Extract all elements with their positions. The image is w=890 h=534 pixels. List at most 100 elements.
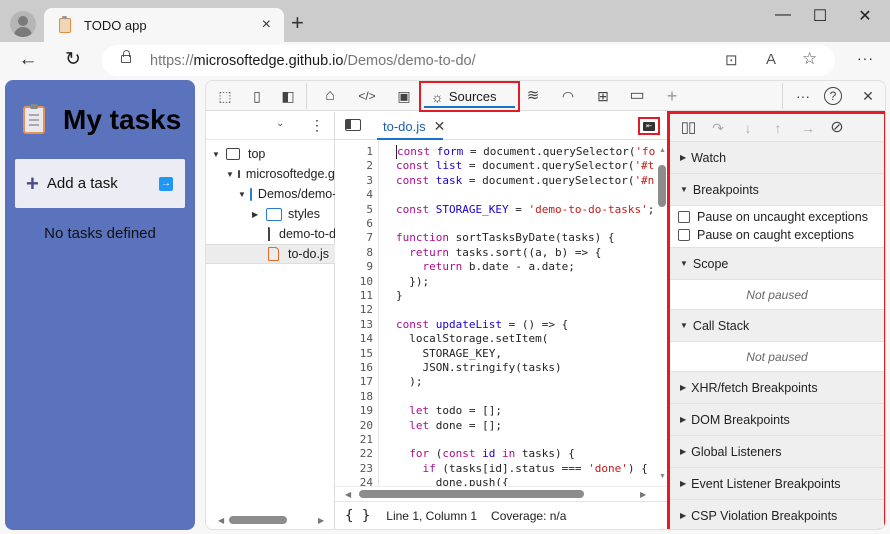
code-line[interactable]: 22 for (const id in tasks) {	[335, 447, 575, 461]
customize-more-icon[interactable]: ···	[792, 86, 814, 106]
code-line[interactable]: 5 const STORAGE_KEY = 'demo-to-do-tasks';	[335, 203, 654, 217]
address-bar[interactable]: https://microsoftedge.github.io/Demos/de…	[102, 45, 835, 76]
elements-tab-icon[interactable]: </>	[356, 86, 378, 106]
step-over-icon[interactable]: ↷	[708, 118, 728, 138]
close-devtools-icon[interactable]: ✕	[857, 86, 879, 106]
line-number[interactable]: 20	[335, 419, 373, 433]
line-number[interactable]: 1	[335, 145, 373, 159]
line-number[interactable]: 22	[335, 447, 373, 461]
section-scope[interactable]: ▼ Scope	[670, 248, 884, 280]
line-number[interactable]: 17	[335, 375, 373, 389]
line-number[interactable]: 13	[335, 318, 373, 332]
scroll-right-arrow[interactable]: ▶	[318, 516, 324, 525]
submit-arrow-button[interactable]: →	[159, 176, 173, 191]
navigator-more-icon[interactable]: ⋮	[310, 117, 324, 134]
code-line[interactable]: 16 JSON.stringify(tasks)	[335, 361, 562, 375]
code-line[interactable]: 19 let todo = [];	[335, 404, 502, 418]
device-emulation-icon[interactable]: ▯	[246, 86, 268, 106]
profile-avatar[interactable]	[10, 11, 36, 37]
code-line[interactable]: 1 const form = document.querySelector('fo	[335, 145, 655, 160]
line-number[interactable]: 10	[335, 275, 373, 289]
dock-side-icon[interactable]: ◧	[277, 86, 299, 106]
tree-item-styles-folder[interactable]: ▶ styles	[206, 204, 335, 224]
line-number[interactable]: 7	[335, 231, 373, 245]
tab-sources[interactable]: ☼ Sources	[419, 81, 520, 112]
editor-horizontal-scrollbar[interactable]: ◀ ▶	[335, 486, 667, 500]
tree-item-todo-js[interactable]: to-do.js	[206, 244, 335, 264]
application-window-icon[interactable]: ▭	[626, 86, 648, 106]
toggle-debugger-sidebar-button[interactable]: ⇤	[638, 117, 660, 135]
line-number[interactable]: 18	[335, 390, 373, 404]
line-number[interactable]: 16	[335, 361, 373, 375]
close-window-button[interactable]: ✕	[850, 6, 880, 28]
pause-exception-option[interactable]: Pause on caught exceptions	[670, 226, 884, 244]
tree-item-domain[interactable]: ▼ microsoftedge.github.io	[206, 164, 335, 184]
code-line[interactable]: 6	[335, 217, 373, 231]
code-line[interactable]: 15 STORAGE_KEY,	[335, 347, 502, 361]
line-number[interactable]: 19	[335, 404, 373, 418]
refresh-button[interactable]: ↻	[62, 49, 84, 71]
section-csp-violation-breakpoints[interactable]: ▶ CSP Violation Breakpoints	[670, 500, 884, 529]
code-line[interactable]: 13 const updateList = () => {	[335, 318, 568, 332]
section-call-stack[interactable]: ▼ Call Stack	[670, 310, 884, 342]
line-number[interactable]: 9	[335, 260, 373, 274]
settings-more-button[interactable]: ···	[857, 50, 874, 66]
code-line[interactable]: 11}	[335, 289, 403, 303]
navigator-horizontal-scrollbar[interactable]: ◀ ▶	[206, 513, 335, 527]
section-global-listeners[interactable]: ▶ Global Listeners	[670, 436, 884, 468]
lock-icon[interactable]	[121, 50, 131, 63]
close-tab-icon[interactable]: ×	[262, 16, 271, 34]
scroll-down-arrow[interactable]: ▼	[659, 473, 666, 480]
new-tab-button[interactable]: +	[291, 12, 304, 34]
close-file-tab-icon[interactable]: ✕	[434, 118, 446, 135]
tree-item-html-file[interactable]: demo-to-do	[206, 224, 335, 244]
read-aloud-icon[interactable]: A	[766, 51, 776, 68]
code-line[interactable]: 23 if (tasks[id].status === 'done') {	[335, 462, 648, 476]
horizontal-scrollbar-thumb[interactable]	[359, 490, 584, 498]
code-line[interactable]: 12	[335, 303, 373, 317]
section-xhr-fetch-breakpoints[interactable]: ▶ XHR/fetch Breakpoints	[670, 372, 884, 404]
browser-tab[interactable]: TODO app ×	[44, 8, 284, 42]
code-line[interactable]: 9 return b.date - a.date;	[335, 260, 574, 274]
url-text[interactable]: https://microsoftedge.github.io/Demos/de…	[150, 53, 476, 69]
line-number[interactable]: 14	[335, 332, 373, 346]
line-number[interactable]: 3	[335, 174, 373, 188]
network-wifi-icon[interactable]: ≋	[522, 86, 544, 106]
add-task-input[interactable]: + Add a task →	[15, 159, 185, 208]
editor-tab-todo-js[interactable]: to-do.js ✕	[375, 112, 453, 140]
console-tab-icon[interactable]: ▣	[393, 86, 415, 106]
code-line[interactable]: 17 );	[335, 375, 423, 389]
code-line[interactable]: 4	[335, 188, 373, 202]
minimize-button[interactable]: —	[768, 6, 798, 28]
tree-item-top[interactable]: ▼ top	[206, 144, 335, 164]
code-line[interactable]: 10 });	[335, 275, 429, 289]
line-number[interactable]: 12	[335, 303, 373, 317]
code-line[interactable]: 18	[335, 390, 373, 404]
back-button[interactable]: ←	[17, 49, 39, 71]
code-area[interactable]: ▲ ▼ 1 const form = document.querySelector…	[335, 141, 667, 486]
vertical-scrollbar-thumb[interactable]	[658, 165, 666, 207]
inspect-element-icon[interactable]: ⬚	[214, 86, 236, 106]
code-line[interactable]: 24 done.push({	[335, 476, 509, 486]
scroll-left-arrow[interactable]: ◀	[345, 490, 351, 499]
pause-icon[interactable]: ▯▯	[678, 118, 698, 138]
scroll-up-arrow[interactable]: ▲	[659, 147, 666, 154]
toggle-navigator-icon[interactable]	[345, 119, 361, 131]
navigator-chevron-down-icon[interactable]: ⌄	[276, 118, 284, 129]
scroll-left-arrow[interactable]: ◀	[218, 516, 224, 525]
line-number[interactable]: 2	[335, 159, 373, 173]
code-line[interactable]: 8 return tasks.sort((a, b) => {	[335, 246, 601, 260]
maximize-button[interactable]: ☐	[805, 6, 835, 28]
checkbox[interactable]	[678, 229, 690, 241]
code-line[interactable]: 21	[335, 433, 373, 447]
line-number[interactable]: 6	[335, 217, 373, 231]
step-out-icon[interactable]: ↑	[768, 118, 788, 138]
step-icon[interactable]: →	[798, 118, 818, 138]
line-number[interactable]: 21	[335, 433, 373, 447]
apps-icon[interactable]: ⊡	[725, 51, 738, 69]
section-watch[interactable]: ▶ Watch	[670, 142, 884, 174]
pause-exception-option[interactable]: Pause on uncaught exceptions	[670, 208, 884, 226]
line-number[interactable]: 11	[335, 289, 373, 303]
favorite-star-icon[interactable]: ☆	[802, 49, 817, 69]
line-number[interactable]: 5	[335, 203, 373, 217]
